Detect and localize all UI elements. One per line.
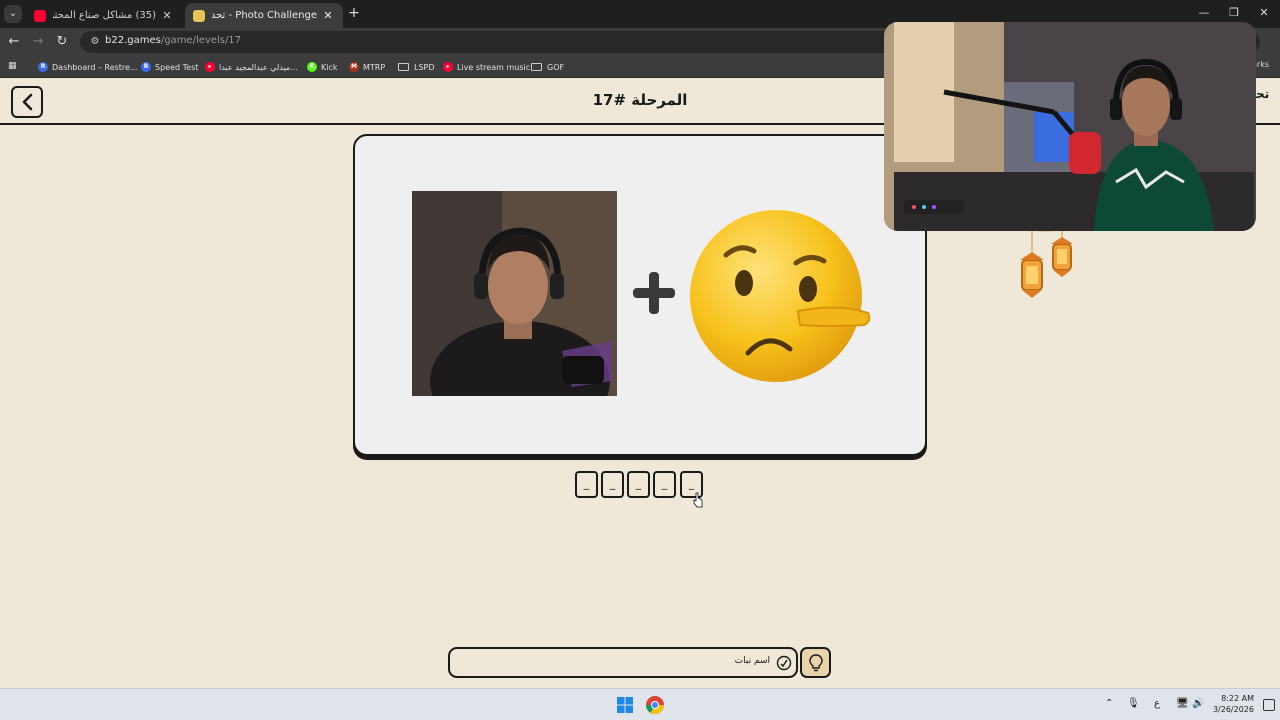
game-favicon-icon — [193, 9, 205, 22]
tab-title: Photo Challenge - تحدي الصور — [212, 10, 317, 21]
network-icon[interactable]: 🖥 — [1176, 698, 1189, 709]
lantern-decoration-icon — [1011, 225, 1079, 298]
level-title: المرحلة #17 — [592, 91, 688, 109]
kick-icon: K — [307, 62, 317, 72]
microphone-icon[interactable]: 🎙 — [1127, 698, 1140, 709]
youtube-icon: ▸ — [205, 62, 215, 72]
hint-text: اسم نبات — [734, 656, 770, 666]
answer-slot[interactable]: _ — [627, 471, 650, 498]
hint-button[interactable] — [800, 647, 831, 678]
url-text: b22.games/game/levels/17 — [105, 35, 241, 46]
bookmark-label: Kick — [321, 62, 338, 72]
close-tab-icon[interactable]: ✕ — [321, 9, 335, 22]
chevron-left-icon — [22, 93, 33, 111]
bookmark-label: Speed Test — [155, 62, 199, 72]
lightbulb-icon — [809, 654, 823, 672]
restream-icon: R — [38, 62, 48, 72]
minimize-icon[interactable]: — — [1195, 6, 1213, 19]
url-host: b22.games — [105, 35, 161, 46]
folder-icon — [531, 63, 542, 71]
bookmark-label: ميدلي عبدالمجيد عبدا... — [219, 62, 298, 72]
bookmark-item[interactable]: GOF — [531, 60, 564, 74]
person-photo — [412, 191, 617, 396]
restore-icon[interactable]: ❐ — [1225, 6, 1243, 19]
windows-taskbar: ⌃ 🎙 ع 🖥 🔊 8:22 AM 3/26/2026 — [0, 688, 1280, 720]
youtube-icon: ▸ — [443, 62, 453, 72]
url-path: /game/levels/17 — [160, 35, 242, 46]
ime-indicator[interactable]: ع — [1154, 698, 1160, 709]
bookmark-item[interactable]: ▸ Live stream music — [443, 60, 530, 74]
back-button[interactable] — [11, 86, 43, 118]
close-window-icon[interactable]: ✕ — [1255, 6, 1273, 19]
clock[interactable]: 8:22 AM 3/26/2026 — [1210, 693, 1254, 715]
bookmark-label: MTRP — [363, 62, 386, 72]
bookmark-label: Dashboard – Restre... — [52, 62, 138, 72]
puzzle-card — [353, 134, 927, 456]
volume-icon[interactable]: 🔊 — [1192, 698, 1204, 709]
apps-grid-icon[interactable]: ▦ — [8, 61, 19, 72]
bookmark-item[interactable]: R Dashboard – Restre... — [38, 60, 138, 74]
notifications-icon[interactable] — [1263, 699, 1275, 711]
answer-slots: _ _ _ _ _ — [575, 471, 707, 499]
folder-icon — [398, 63, 409, 71]
webcam-overlay — [884, 22, 1256, 231]
site-info-icon[interactable]: ⚙ — [88, 35, 102, 49]
restream-icon: R — [141, 62, 151, 72]
bookmark-label: LSPD — [414, 62, 435, 72]
bookmark-item[interactable]: M MTRP — [349, 60, 385, 74]
new-tab-button[interactable]: + — [346, 5, 362, 21]
plus-icon — [633, 272, 675, 314]
tab-title: (35) مشاكل صناع المحتوى (المقا — [53, 10, 156, 21]
tab-search-icon[interactable]: ⌄ — [4, 5, 22, 23]
clock-time: 8:22 AM — [1221, 694, 1254, 703]
bookmark-item[interactable]: ▸ ميدلي عبدالمجيد عبدا... — [205, 60, 298, 74]
mtrp-icon: M — [349, 62, 359, 72]
answer-slot[interactable]: _ — [601, 471, 624, 498]
bookmark-item[interactable]: R Speed Test — [141, 60, 198, 74]
answer-slot[interactable]: _ — [653, 471, 676, 498]
close-tab-icon[interactable]: ✕ — [160, 9, 174, 22]
tray-overflow-icon[interactable]: ⌃ — [1105, 698, 1113, 709]
tab-photo-challenge[interactable]: Photo Challenge - تحدي الصور ✕ — [185, 3, 343, 28]
windows-start-icon[interactable] — [617, 697, 633, 713]
bookmark-item[interactable]: K Kick — [307, 60, 338, 74]
hand-cursor-icon — [693, 492, 703, 508]
chrome-icon[interactable] — [645, 695, 665, 715]
bookmark-label: GOF — [547, 62, 565, 72]
forward-arrow-icon[interactable]: → — [30, 34, 46, 50]
answer-slot[interactable]: _ — [575, 471, 598, 498]
bookmark-item[interactable]: LSPD — [398, 60, 435, 74]
bookmark-label: Live stream music — [457, 62, 531, 72]
compass-icon — [776, 655, 792, 671]
clock-date: 3/26/2026 — [1212, 705, 1254, 714]
hint-bar: اسم نبات — [448, 647, 798, 678]
youtube-icon — [34, 9, 46, 22]
tab-youtube[interactable]: (35) مشاكل صناع المحتوى (المقا ✕ — [26, 3, 182, 28]
lying-face-emoji-icon — [690, 210, 871, 382]
back-arrow-icon[interactable]: ← — [6, 34, 22, 50]
reload-icon[interactable]: ↻ — [54, 34, 70, 50]
